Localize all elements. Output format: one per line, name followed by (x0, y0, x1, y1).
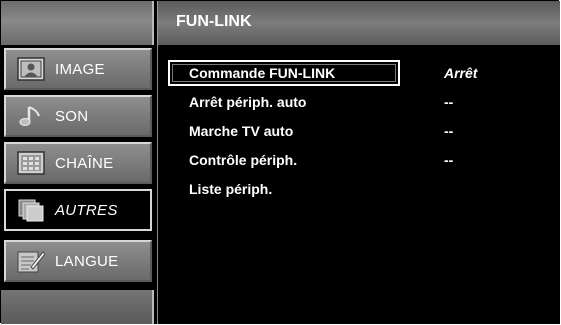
picture-icon (17, 57, 45, 81)
sidebar-item-label: AUTRES (55, 201, 118, 219)
option-arret-peripherique-auto[interactable]: Arrêt périph. auto -- (168, 89, 554, 115)
sidebar-item-label: LANGUE (55, 252, 119, 270)
option-value: -- (444, 152, 454, 168)
sidebar-item-image[interactable]: IMAGE (4, 48, 152, 90)
option-value: Arrêt (444, 65, 478, 81)
option-marche-tv-auto[interactable]: Marche TV auto -- (168, 118, 554, 144)
option-label: Contrôle périph. (189, 152, 298, 168)
music-note-icon (17, 104, 45, 128)
sidebar-item-label: CHAÎNE (55, 154, 114, 172)
sidebar-item-langue[interactable]: LANGUE (4, 240, 152, 282)
sidebar-item-son[interactable]: SON (4, 95, 152, 137)
sidebar: IMAGE SON CHAÎNE AUTRES LANGUE (1, 1, 157, 324)
osd-window: IMAGE SON CHAÎNE AUTRES LANGUE FUN-LINK … (0, 0, 560, 324)
option-value: -- (444, 123, 454, 139)
option-controle-peripherique[interactable]: Contrôle périph. -- (168, 147, 554, 173)
option-label: Commande FUN-LINK (189, 65, 336, 81)
sidebar-item-label: SON (55, 107, 89, 125)
sidebar-item-autres[interactable]: AUTRES (4, 189, 152, 231)
option-liste-peripherique[interactable]: Liste périph. (168, 176, 554, 202)
panel-header: FUN-LINK (157, 1, 560, 45)
option-label: Marche TV auto (189, 123, 294, 139)
stacked-pages-icon (17, 198, 45, 222)
language-document-icon (17, 249, 46, 273)
page-title: FUN-LINK (176, 13, 252, 30)
sidebar-item-label: IMAGE (55, 60, 105, 78)
option-value: -- (444, 94, 454, 110)
option-label: Liste périph. (189, 181, 273, 197)
sidebar-item-chaine[interactable]: CHAÎNE (4, 142, 152, 184)
option-commande-fun-link[interactable]: Commande FUN-LINK Arrêt (168, 60, 554, 86)
sidebar-bottom-strip (1, 290, 154, 324)
option-label: Arrêt périph. auto (189, 94, 307, 110)
channel-grid-icon (17, 151, 45, 175)
options-panel: Commande FUN-LINK Arrêt Arrêt périph. au… (157, 45, 560, 324)
sidebar-top-strip (1, 1, 154, 45)
